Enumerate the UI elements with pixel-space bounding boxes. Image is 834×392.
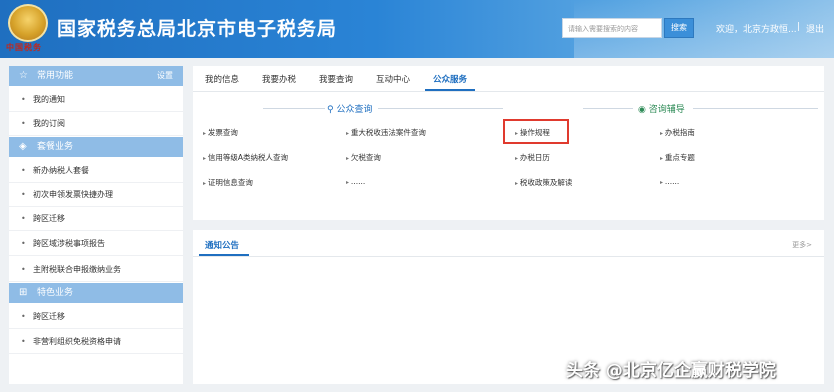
watermark: 头条 @北京亿企赢财税学院 [566, 361, 776, 381]
public-query-heading: ⚲ 公众查询 [327, 102, 372, 115]
divider [583, 108, 633, 109]
link-more-query[interactable]: ...... [346, 177, 365, 186]
link-tax-policy[interactable]: 税收政策及解读 [515, 177, 573, 188]
divider [263, 108, 325, 109]
divider [693, 108, 818, 109]
search-button[interactable]: 搜索 [664, 18, 694, 38]
sidebar-item-nonprofit-exemption[interactable]: 非营利组织免税资格申请 [9, 330, 183, 354]
link-key-topics[interactable]: 重点专题 [660, 152, 695, 163]
sidebar-section-title: 套餐业务 [37, 142, 74, 152]
sidebar-section-special[interactable]: ⊞ 特色业务 [9, 283, 183, 303]
sidebar-section-common[interactable]: ☆ 常用功能 设置 [9, 66, 183, 86]
tax-emblem-icon [8, 4, 48, 42]
active-tab-indicator [425, 89, 475, 91]
sidebar: ☆ 常用功能 设置 我的通知 我的订阅 ◈ 套餐业务 新办纳税人套餐 初次申领发… [9, 66, 183, 384]
link-more-consult[interactable]: ...... [660, 177, 679, 186]
services-panel: 我的信息 我要办税 我要查询 互动中心 公众服务 ⚲ 公众查询 ◉ 咨询辅导 发… [193, 66, 824, 220]
logout-link[interactable]: 退出 [806, 22, 824, 35]
link-tax-guide[interactable]: 办税指南 [660, 127, 695, 138]
site-header: 中国税务 国家税务总局北京市电子税务局 请输入需要搜索的内容 搜索 欢迎，北京方… [0, 0, 834, 58]
emblem-caption: 中国税务 [6, 43, 42, 52]
search-icon: ⚲ [327, 105, 334, 115]
link-credit-a-query[interactable]: 信用等级A类纳税人查询 [203, 152, 288, 163]
public-query-title: 公众查询 [336, 105, 373, 115]
link-invoice-query[interactable]: 发票查询 [203, 127, 238, 138]
user-welcome[interactable]: 欢迎，北京方政恒... [716, 22, 797, 35]
notice-tab[interactable]: 通知公告 [205, 239, 239, 251]
more-link[interactable]: 更多> [792, 240, 812, 250]
sidebar-item-cross-region-move[interactable]: 跨区迁移 [9, 207, 183, 231]
divider [378, 108, 503, 109]
tab-handle-tax[interactable]: 我要办税 [262, 73, 296, 85]
chat-icon: ◉ [638, 105, 646, 115]
grid-icon: ⊞ [19, 287, 28, 298]
sidebar-item-my-notice[interactable]: 我的通知 [9, 88, 183, 112]
link-major-violation-query[interactable]: 重大税收违法案件查询 [346, 127, 426, 138]
sidebar-section-title: 常用功能 [37, 71, 74, 81]
link-certificate-query[interactable]: 证明信息查询 [203, 177, 253, 188]
tab-public-service[interactable]: 公众服务 [433, 73, 467, 85]
tab-query[interactable]: 我要查询 [319, 73, 353, 85]
sidebar-item-first-invoice[interactable]: 初次申领发票快捷办理 [9, 183, 183, 207]
sidebar-item-joint-declaration[interactable]: 主附税联合申报缴纳业务 [9, 258, 183, 282]
sidebar-section-package[interactable]: ◈ 套餐业务 [9, 137, 183, 157]
highlight-box [503, 119, 569, 144]
tab-my-info[interactable]: 我的信息 [205, 73, 239, 85]
sidebar-item-cross-region-report[interactable]: 跨区域涉税事项报告 [9, 232, 183, 256]
divider [193, 256, 824, 257]
settings-link[interactable]: 设置 [157, 66, 173, 86]
sidebar-item-cross-region-move-2[interactable]: 跨区迁移 [9, 305, 183, 329]
sidebar-item-new-taxpayer[interactable]: 新办纳税人套餐 [9, 159, 183, 183]
link-arrears-query[interactable]: 欠税查询 [346, 152, 381, 163]
star-icon: ☆ [19, 70, 28, 81]
sidebar-section-title: 特色业务 [37, 288, 74, 298]
site-title: 国家税务总局北京市电子税务局 [57, 18, 338, 40]
header-separator: | [797, 22, 801, 32]
search-input[interactable]: 请输入需要搜索的内容 [562, 18, 662, 38]
layers-icon: ◈ [19, 141, 27, 152]
tab-interaction[interactable]: 互动中心 [376, 73, 410, 85]
link-tax-calendar[interactable]: 办税日历 [515, 152, 550, 163]
consult-title: 咨询辅导 [648, 105, 685, 115]
sidebar-item-my-subscription[interactable]: 我的订阅 [9, 112, 183, 136]
main-tabs: 我的信息 我要办税 我要查询 互动中心 公众服务 [193, 66, 824, 92]
consult-heading: ◉ 咨询辅导 [638, 102, 685, 115]
